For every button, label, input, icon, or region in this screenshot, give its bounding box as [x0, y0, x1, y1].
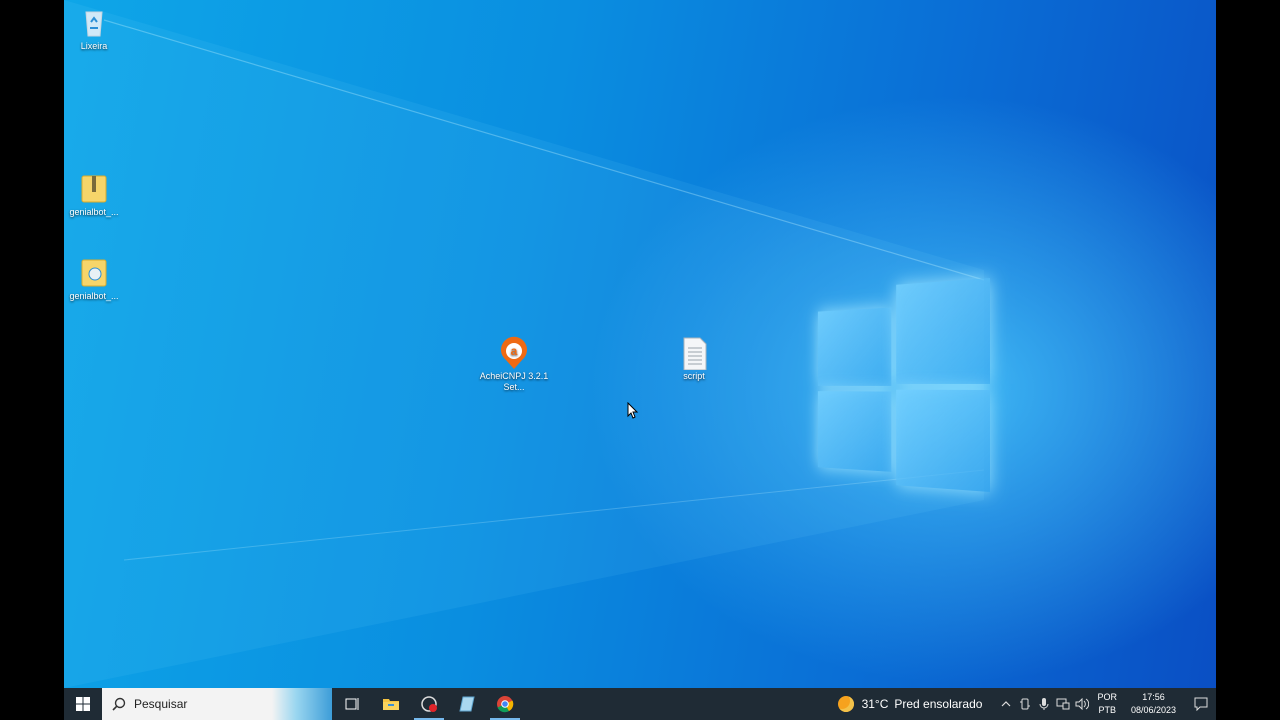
screen: Lixeira genialbot_... genialbot_... a Ac… — [64, 0, 1216, 720]
task-view-button[interactable] — [334, 688, 372, 720]
desktop-icon-label: genialbot_... — [69, 207, 119, 217]
clock-time: 17:56 — [1142, 692, 1165, 702]
volume-button[interactable] — [1072, 688, 1091, 720]
desktop-icon-label: genialbot_... — [69, 291, 119, 301]
microphone-icon — [1039, 698, 1049, 710]
mouse-cursor-icon — [627, 402, 639, 419]
clock[interactable]: 17:56 08/06/2023 — [1131, 691, 1176, 717]
desktop-icon-label: Lixeira — [80, 41, 108, 51]
device-icon — [1019, 698, 1030, 710]
text-file-icon — [678, 336, 710, 371]
folder-icon — [383, 699, 399, 710]
desktop-icon-recycle-bin[interactable]: Lixeira — [64, 6, 132, 52]
notepad-button[interactable] — [448, 688, 486, 720]
acheicnpj-icon: a — [498, 336, 530, 369]
notification-icon — [1194, 697, 1208, 711]
language-line-2: PTB — [1098, 705, 1116, 715]
desktop-icon-label: AcheiCNPJ 3.2.1 Set... — [479, 371, 549, 392]
weather-temp: 31°C — [861, 697, 889, 711]
show-hidden-icons-button[interactable] — [996, 688, 1015, 720]
microphone-button[interactable] — [1034, 688, 1053, 720]
search-icon — [112, 697, 126, 711]
windows-logo-wallpaper — [817, 278, 990, 492]
notifications-button[interactable] — [1186, 688, 1216, 720]
start-button[interactable] — [64, 688, 102, 720]
clock-date: 08/06/2023 — [1130, 705, 1176, 715]
desktop-icon-script[interactable]: script — [656, 336, 732, 382]
recycle-bin-icon — [78, 6, 110, 38]
desktop-icon-label: script — [683, 371, 705, 381]
weather-widget[interactable]: 31°C Pred ensolarado — [837, 696, 983, 712]
weather-desc: Pred ensolarado — [894, 697, 983, 711]
screen-recorder-icon — [421, 696, 437, 712]
network-icon — [1056, 698, 1070, 710]
system-tray: 31°C Pred ensolarado POR PTB 17:56 08/06… — [837, 688, 1216, 720]
wallpaper-beams — [64, 0, 985, 688]
zip-folder-icon — [78, 172, 110, 204]
tray-device-button[interactable] — [1015, 688, 1034, 720]
chevron-up-icon — [1001, 701, 1011, 707]
chrome-icon — [497, 696, 514, 713]
speaker-icon — [1075, 698, 1089, 710]
chrome-button[interactable] — [486, 688, 524, 720]
language-indicator[interactable]: POR PTB — [1097, 691, 1117, 717]
task-view-icon — [345, 698, 359, 710]
search-box[interactable]: Pesquisar — [102, 688, 332, 720]
screen-recorder-button[interactable] — [410, 688, 448, 720]
desktop[interactable]: Lixeira genialbot_... genialbot_... a Ac… — [64, 0, 1216, 688]
network-button[interactable] — [1053, 688, 1072, 720]
taskbar: Pesquisar 31°C Pred ensolarado POR PTB 1… — [64, 688, 1216, 720]
search-highlight-image — [272, 688, 332, 720]
notepad-icon — [459, 696, 475, 712]
weather-sun-icon — [837, 696, 854, 712]
svg-text:a: a — [511, 344, 518, 358]
desktop-icon-zip-folder[interactable]: genialbot_... — [64, 172, 132, 218]
search-placeholder: Pesquisar — [134, 697, 188, 711]
language-line-1: POR — [1097, 692, 1117, 702]
zip-setup-icon — [78, 256, 110, 288]
desktop-icon-acheicnpj[interactable]: a AcheiCNPJ 3.2.1 Set... — [476, 336, 552, 393]
windows-start-icon — [76, 697, 90, 711]
file-explorer-button[interactable] — [372, 688, 410, 720]
desktop-icon-zip-setup[interactable]: genialbot_... — [64, 256, 132, 302]
